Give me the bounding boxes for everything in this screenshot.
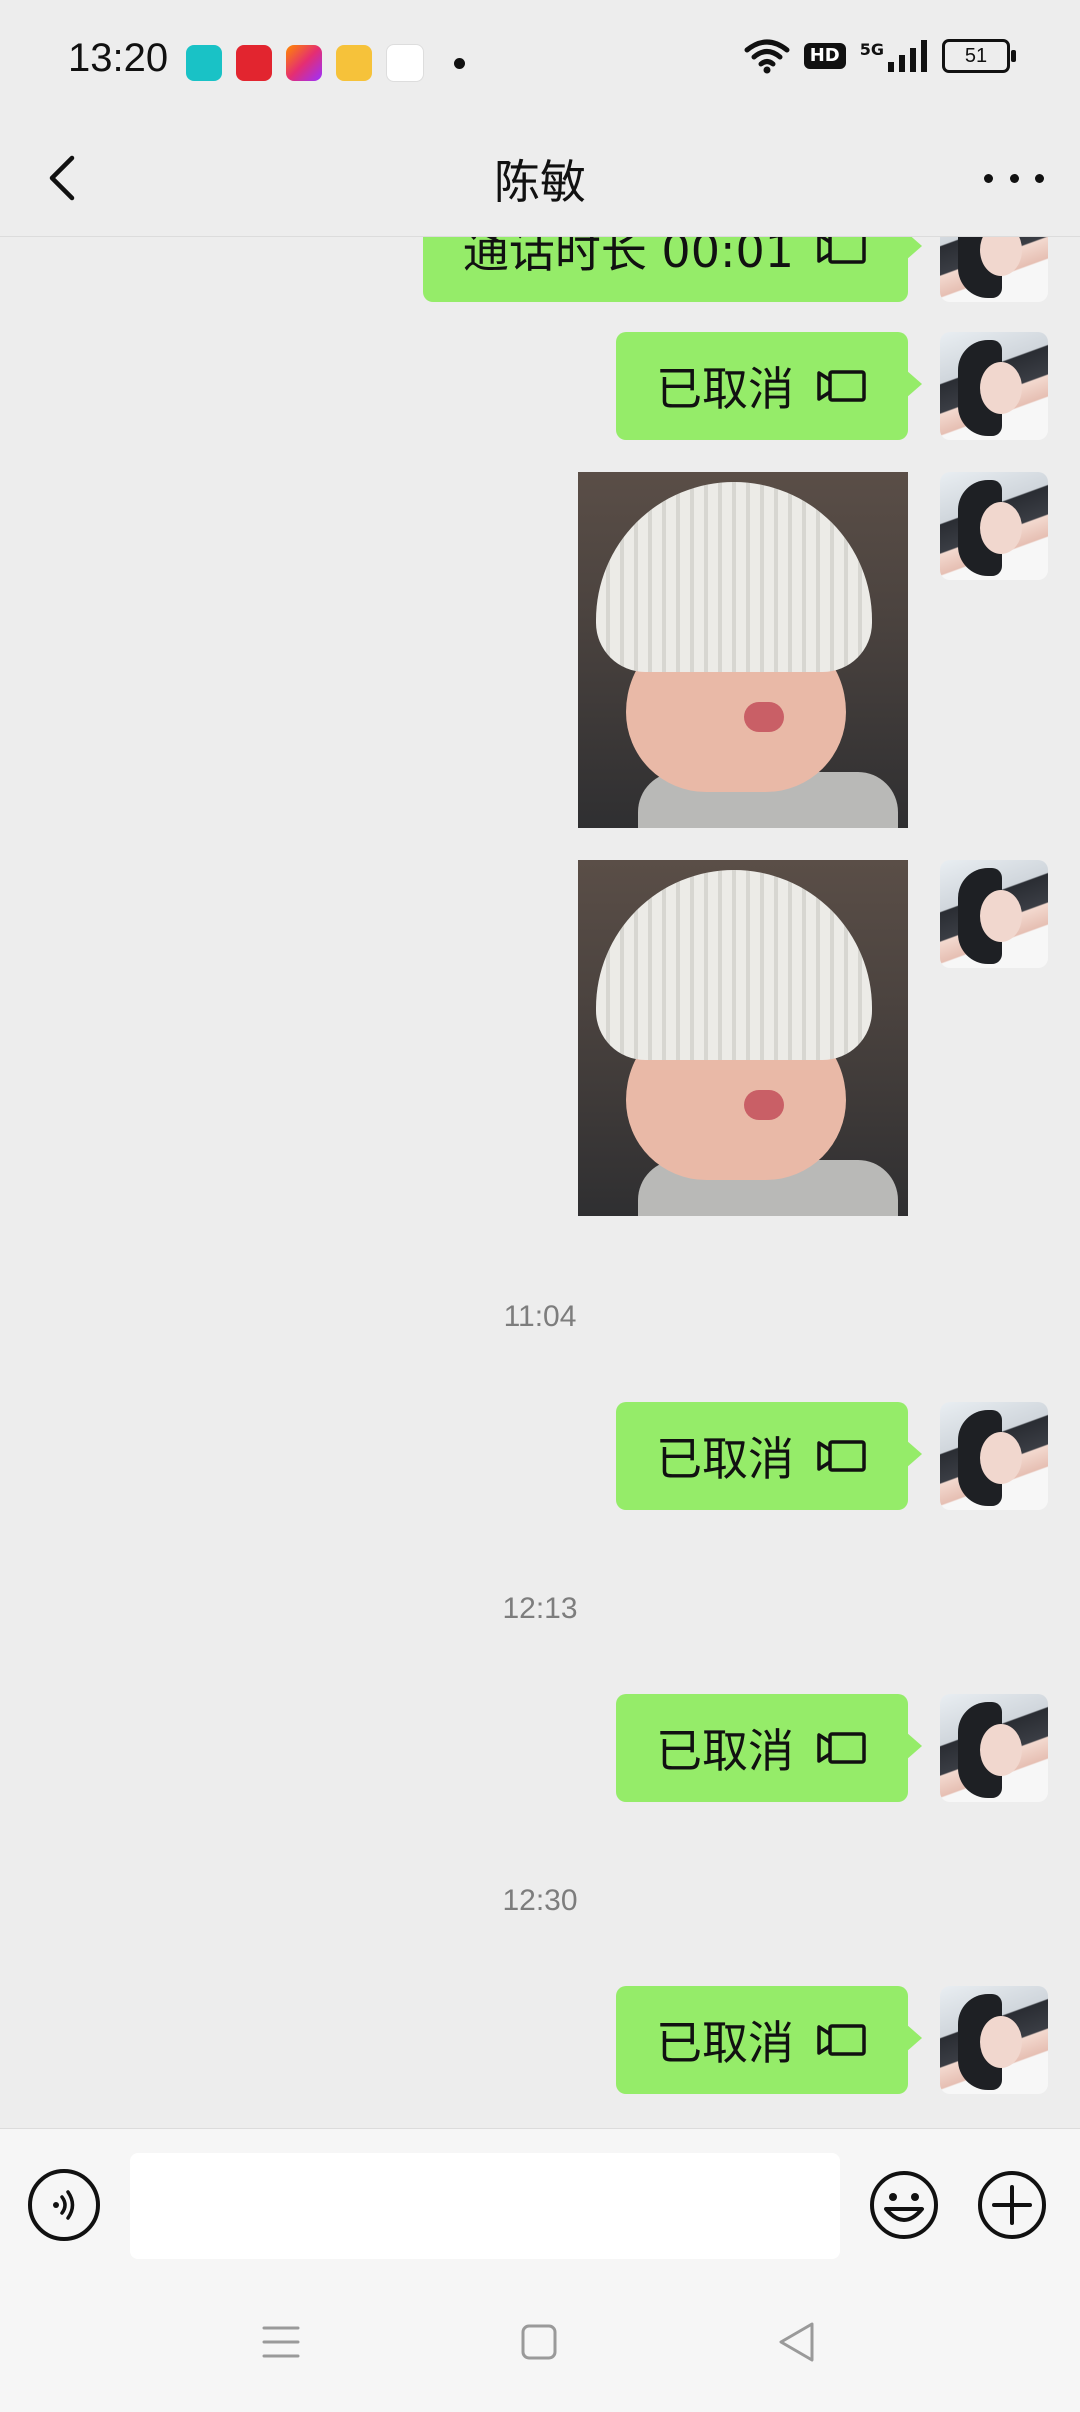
call-bubble[interactable]: 已取消 [616, 1694, 922, 1802]
avatar[interactable] [940, 860, 1048, 968]
video-call-icon [817, 2024, 866, 2056]
image-message[interactable] [578, 472, 908, 828]
app-icon-2 [236, 45, 272, 81]
status-indicators: HD 5G 51 [744, 38, 1016, 74]
message-row: 通话时长 00:01 [422, 236, 1048, 302]
message-row: 已取消 [616, 1986, 1048, 2094]
message-row: 已取消 [616, 1402, 1048, 1510]
message-input[interactable] [130, 2153, 840, 2259]
more-notifications-dot [454, 57, 465, 69]
call-status-text: 已取消 [656, 362, 794, 416]
avatar[interactable] [940, 332, 1048, 440]
network-type-label: 5G [859, 40, 884, 59]
app-icon-5 [386, 44, 424, 82]
message-row [578, 472, 1048, 828]
avatar[interactable] [940, 1694, 1048, 1802]
call-bubble[interactable]: 已取消 [616, 1986, 922, 2094]
call-status-text: 已取消 [656, 1432, 794, 1486]
message-row [578, 860, 1048, 1216]
chat-title: 陈敏 [494, 155, 586, 209]
call-status-text: 通话时长 00:01 [462, 236, 794, 278]
video-call-icon [817, 236, 866, 264]
app-icon-4 [336, 45, 372, 81]
system-nav-bar [0, 2282, 1080, 2412]
call-bubble[interactable]: 已取消 [616, 332, 922, 440]
avatar[interactable] [940, 1986, 1048, 2094]
home-icon[interactable] [520, 2322, 558, 2362]
status-bar: 13:20 HD 5G 51 [0, 0, 1080, 120]
sound-waves-icon [53, 2190, 75, 2220]
battery-icon: 51 [942, 39, 1016, 73]
status-time: 13:20 [68, 36, 169, 80]
input-bar [0, 2128, 1080, 2283]
menu-icon[interactable] [262, 2322, 300, 2362]
app-icon-1 [186, 45, 222, 81]
image-message[interactable] [578, 860, 908, 1216]
video-call-icon [817, 1440, 866, 1472]
battery-level: 51 [964, 44, 988, 67]
wifi-icon [744, 39, 790, 74]
plus-icon[interactable] [976, 2169, 1048, 2241]
more-dots-icon[interactable] [984, 154, 1044, 202]
call-status-text: 已取消 [656, 2016, 794, 2070]
message-list[interactable]: 通话时长 00:01 已取消 11:04 已取消 12:13 已取消 12:30… [0, 236, 1080, 2128]
app-icon-3 [286, 45, 322, 81]
timestamp: 12:30 [502, 1884, 578, 1917]
hd-badge: HD [803, 43, 846, 69]
video-call-icon [817, 1732, 866, 1764]
timestamp: 12:13 [502, 1592, 578, 1625]
message-row: 已取消 [616, 332, 1048, 440]
voice-input-icon[interactable] [28, 2169, 100, 2241]
signal-bars-icon [888, 40, 927, 72]
emoji-icon[interactable] [868, 2169, 940, 2241]
back-triangle-icon[interactable] [776, 2320, 816, 2364]
call-status-text: 已取消 [656, 1724, 794, 1778]
avatar[interactable] [940, 472, 1048, 580]
call-bubble[interactable]: 已取消 [616, 1402, 922, 1510]
chat-header: 陈敏 [0, 120, 1080, 237]
cellular-signal-icon: 5G [860, 40, 928, 72]
video-call-icon [817, 370, 866, 402]
notification-app-icons [186, 44, 465, 82]
timestamp: 11:04 [503, 1300, 577, 1333]
message-row: 已取消 [616, 1694, 1048, 1802]
avatar[interactable] [940, 1402, 1048, 1510]
call-bubble[interactable]: 通话时长 00:01 [422, 236, 923, 302]
avatar[interactable] [940, 236, 1048, 302]
